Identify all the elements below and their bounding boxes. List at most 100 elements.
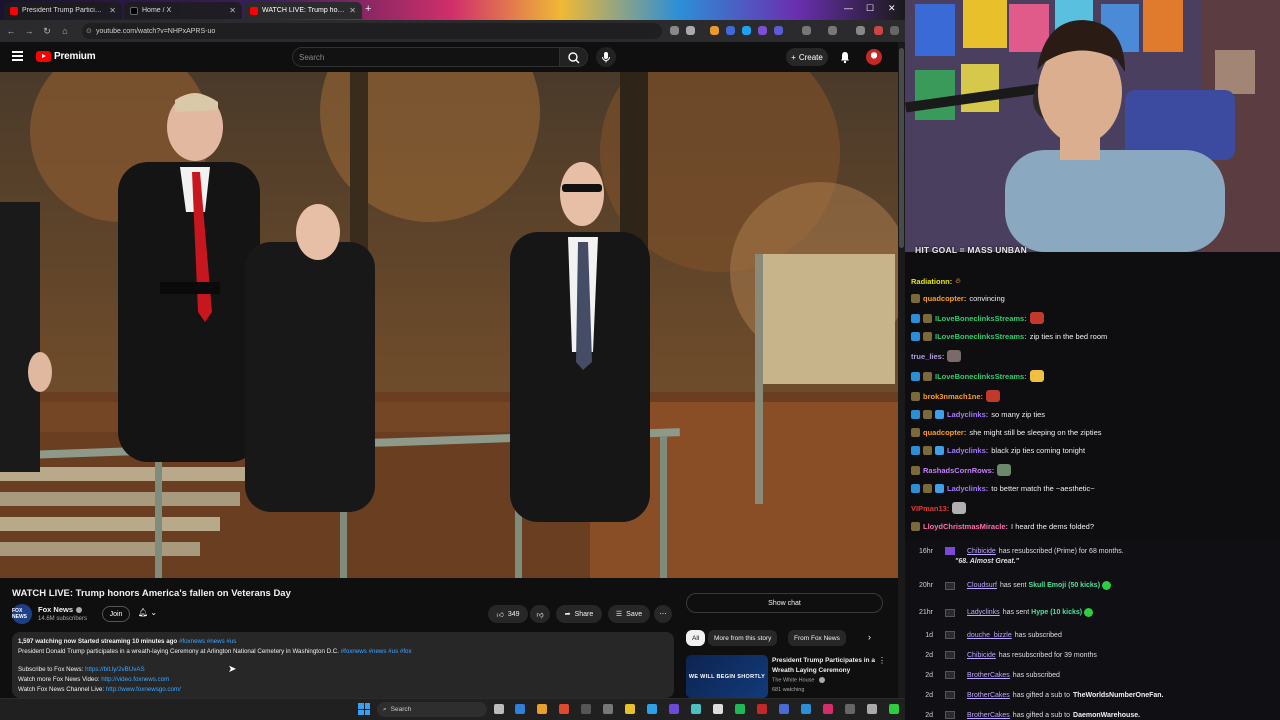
sidebar-icon[interactable] [828, 26, 837, 35]
video-player[interactable] [0, 72, 898, 578]
more-actions-button[interactable]: ⋯ [654, 605, 672, 623]
spotify-icon[interactable] [735, 704, 745, 714]
video-frame-image [0, 72, 898, 578]
app-icon[interactable] [757, 704, 767, 714]
microphone-icon [602, 52, 610, 63]
like-button[interactable]: 👍︎ 349 [488, 605, 528, 623]
chat-message: brok3nmach1ne: [911, 390, 1001, 402]
bookmark-star-icon[interactable] [686, 26, 695, 35]
chat-message: quadcopter: convincing [911, 294, 1005, 303]
channel-name[interactable]: Fox News [38, 605, 83, 614]
minimize-icon[interactable]: — [844, 3, 853, 13]
search-input[interactable]: Search [292, 47, 560, 67]
notifications-bell-icon[interactable] [838, 50, 852, 64]
page-scrollbar-thumb[interactable] [899, 48, 904, 248]
account-avatar[interactable] [866, 49, 882, 65]
close-window-icon[interactable]: ✕ [888, 3, 896, 14]
forward-icon[interactable]: → [20, 26, 38, 36]
browser-menu-icon[interactable] [890, 26, 899, 35]
extension-icon[interactable] [774, 26, 783, 35]
app-icon[interactable] [867, 704, 877, 714]
tab-trump-participates[interactable]: President Trump Participates in ✕ [4, 2, 122, 19]
app-icon[interactable] [691, 704, 701, 714]
kicks-icon [1084, 608, 1094, 617]
diamond-badge-icon [935, 410, 944, 419]
more-horizontal-icon: ⋯ [659, 611, 667, 618]
video-title: WATCH LIVE: Trump honors America's falle… [12, 588, 291, 599]
extensions-puzzle-icon[interactable] [802, 26, 811, 35]
app-icon[interactable] [801, 704, 811, 714]
chat-message: LloydChristmasMiracle: I heard the dems … [911, 522, 1094, 531]
chevron-right-icon[interactable]: › [868, 632, 871, 642]
chrome-icon[interactable] [537, 704, 547, 714]
file-explorer-icon[interactable] [625, 704, 635, 714]
description-box[interactable]: 1,597 watching now Started streaming 10 … [12, 632, 674, 698]
chat-badge-icon [911, 522, 920, 531]
app-icon[interactable] [845, 704, 855, 714]
chat-message: Ladyclinks: so many zip ties [911, 410, 1045, 419]
hamburger-menu-icon[interactable] [12, 51, 23, 61]
close-tab-icon[interactable]: ✕ [109, 6, 116, 15]
share-button[interactable]: ➦ Share [556, 605, 602, 623]
chip-from-fox-news[interactable]: From Fox News [788, 630, 846, 646]
tab-watch-live[interactable]: WATCH LIVE: Trump honors ✕ [244, 2, 362, 19]
subscription-bell-icon[interactable]: 🔔︎ ⌄ [138, 608, 157, 617]
diamond-badge-icon [935, 484, 944, 493]
search-icon [568, 52, 580, 64]
close-tab-icon[interactable]: ✕ [349, 6, 356, 15]
home-icon[interactable]: ⌂ [56, 26, 74, 36]
chip-more-from-story[interactable]: More from this story [708, 630, 778, 646]
chat-message: Ladyclinks: to better match the ~aesthet… [911, 484, 1095, 493]
recommended-title[interactable]: President Trump Participates in a Wreath… [772, 656, 876, 675]
recommended-thumbnail[interactable]: WE WILL BEGIN SHORTLY [686, 655, 768, 698]
app-icon[interactable] [559, 704, 569, 714]
profile-icon[interactable] [856, 26, 865, 35]
extension-icon[interactable] [742, 26, 751, 35]
app-icon[interactable] [603, 704, 613, 714]
app-icon[interactable] [889, 704, 899, 714]
maximize-icon[interactable]: ☐ [866, 3, 874, 14]
chip-all[interactable]: All [686, 630, 706, 646]
app-icon[interactable] [581, 704, 591, 714]
task-view-icon[interactable] [494, 704, 504, 714]
url-field[interactable]: ⊙ youtube.com/watch?v=NHPxAPRS-uo [82, 23, 662, 39]
app-icon[interactable] [647, 704, 657, 714]
chat-badge-icon [911, 465, 920, 475]
activity-row: 2d BrotherCakes has gifted a sub to Daem… [925, 711, 1141, 719]
youtube-header: Premium Search + Create [0, 42, 905, 72]
join-button[interactable]: Join [102, 606, 130, 622]
back-icon[interactable]: ← [2, 26, 20, 36]
dislike-button[interactable]: 👎︎ [530, 605, 550, 623]
description-stats: 1,597 watching now Started streaming 10 … [18, 638, 237, 645]
create-button[interactable]: + Create [786, 48, 828, 66]
extension-icon[interactable] [726, 26, 735, 35]
recommended-channel: The White House [772, 677, 826, 683]
voice-search-button[interactable] [596, 47, 616, 67]
app-icon[interactable] [823, 704, 833, 714]
close-tab-icon[interactable]: ✕ [229, 6, 236, 15]
windows-start-icon[interactable] [358, 703, 370, 715]
app-icon[interactable] [713, 704, 723, 714]
install-icon[interactable] [670, 26, 679, 35]
more-vertical-icon[interactable]: ⋮ [878, 656, 886, 665]
app-icon[interactable] [779, 704, 789, 714]
new-tab-icon[interactable]: + [365, 3, 371, 15]
chat-message: Ladyclinks: black zip ties coming tonigh… [911, 446, 1085, 455]
page-scrollbar[interactable] [898, 42, 905, 698]
taskbar-search-input[interactable]: ⌕ Search [377, 702, 487, 717]
profile-avatar-icon[interactable] [874, 26, 883, 35]
reload-icon[interactable]: ↻ [38, 26, 56, 37]
extension-icon[interactable] [710, 26, 719, 35]
emote-icon [947, 350, 962, 362]
youtube-logo[interactable]: Premium [36, 51, 96, 62]
channel-avatar[interactable]: FOX NEWS [12, 604, 32, 624]
tab-home-x[interactable]: Home / X ✕ [124, 2, 242, 19]
show-chat-button[interactable]: Show chat [686, 593, 883, 613]
extension-icon[interactable] [758, 26, 767, 35]
activity-row: 2d BrotherCakes has gifted a sub to TheW… [925, 691, 1164, 699]
site-info-icon[interactable]: ⊙ [86, 27, 92, 35]
app-icon[interactable] [669, 704, 679, 714]
edge-icon[interactable] [515, 704, 525, 714]
search-button[interactable] [560, 47, 588, 67]
save-button[interactable]: ☰ Save [608, 605, 650, 623]
